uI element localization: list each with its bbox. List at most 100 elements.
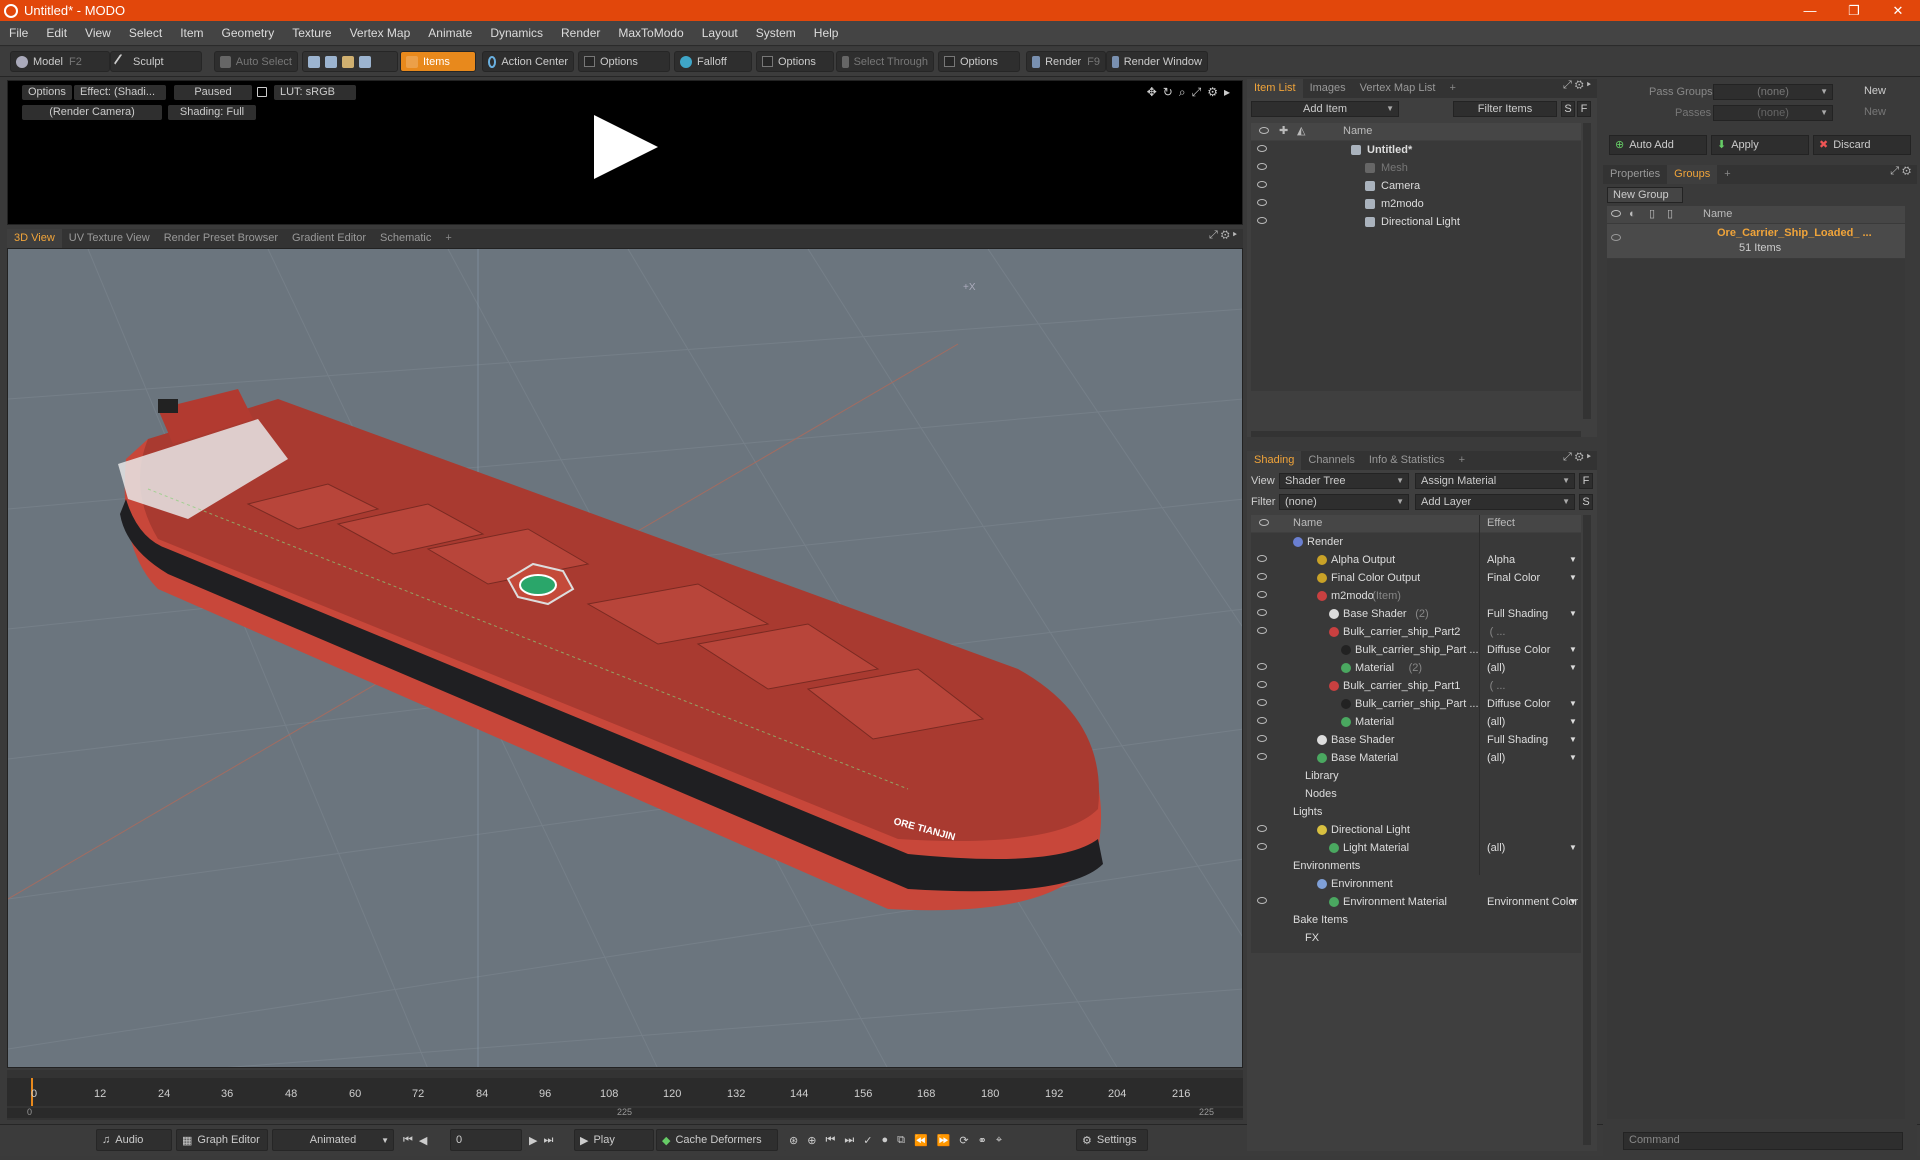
visibility-column-icon[interactable] (1611, 210, 1621, 217)
tab-render-preset-browser[interactable]: Render Preset Browser (157, 229, 285, 248)
sync-icon[interactable]: ⟳ (959, 1134, 968, 1147)
item-list-row[interactable]: Camera (1251, 177, 1581, 195)
eye-icon[interactable] (1257, 897, 1267, 904)
menu-geometry[interactable]: Geometry (213, 26, 284, 40)
next-key-icon[interactable]: ⏭ (844, 1134, 854, 1147)
shading-dropdown[interactable]: Shading: Full (168, 105, 256, 120)
add-tab-button[interactable]: + (1717, 165, 1737, 184)
assign-material-dropdown[interactable]: Assign Material ▼ (1415, 473, 1575, 489)
layer-effect[interactable]: Alpha (1487, 551, 1515, 569)
add-layer-dropdown[interactable]: Add Layer ▼ (1415, 494, 1575, 510)
render-column-icon[interactable]: ◐ (1629, 206, 1636, 223)
lock-icon[interactable] (257, 87, 267, 97)
action-center-button[interactable]: Action Center (482, 51, 574, 72)
options-checkbox[interactable] (584, 56, 595, 67)
menu-arrow-icon[interactable]: ▸ (1224, 85, 1230, 100)
graph-editor-button[interactable]: ▦ Graph Editor (176, 1129, 268, 1151)
eye-icon[interactable] (1257, 591, 1267, 598)
lut-dropdown[interactable]: LUT: sRGB (274, 85, 356, 100)
shader-tree-row[interactable]: Environment Material Environment Color ▼ (1251, 893, 1581, 911)
shader-tree-row[interactable]: Bulk_carrier_ship_Part ... Diffuse Color ▼ (1251, 695, 1581, 713)
discard-button[interactable]: ✖ Discard (1813, 135, 1911, 155)
select-column-icon[interactable]: ▯ (1667, 206, 1673, 223)
options-checkbox[interactable] (944, 56, 955, 67)
eye-icon[interactable] (1257, 199, 1267, 206)
key-icon[interactable]: ✓ (863, 1134, 872, 1147)
last-frame-icon[interactable]: ⏭ (543, 1134, 553, 1147)
shader-tree-row[interactable]: Base Material (all) ▼ (1251, 749, 1581, 767)
tab-gradient-editor[interactable]: Gradient Editor (285, 229, 373, 248)
new-pass-group-button[interactable]: New (1839, 84, 1911, 100)
eye-icon[interactable] (1257, 555, 1267, 562)
menu-maxtomodo[interactable]: MaxToModo (609, 26, 692, 40)
view-dropdown[interactable]: Shader Tree ▼ (1279, 473, 1409, 489)
lock-column-icon[interactable]: ✚ (1279, 123, 1288, 140)
play-icon[interactable] (594, 115, 658, 179)
eye-icon[interactable] (1257, 663, 1267, 670)
effect-dropdown[interactable]: Effect: (Shadi... (74, 85, 166, 100)
eye-icon[interactable] (1257, 145, 1267, 152)
next-frame-icon[interactable]: ▶ (529, 1134, 537, 1147)
maximize-button[interactable]: ❐ (1832, 0, 1876, 21)
menu-layout[interactable]: Layout (693, 26, 747, 40)
eye-icon[interactable] (1257, 163, 1267, 170)
new-group-button[interactable]: New Group (1607, 187, 1683, 203)
eye-icon[interactable] (1257, 681, 1267, 688)
effect-column-header[interactable]: Effect (1487, 515, 1515, 532)
eye-icon[interactable] (1257, 735, 1267, 742)
s-button[interactable]: S (1561, 101, 1575, 117)
close-button[interactable]: ✕ (1876, 0, 1920, 21)
shader-tree-row[interactable]: Bulk_carrier_ship_Part ... Diffuse Color ▼ (1251, 641, 1581, 659)
shader-tree-row[interactable]: Light Material (all) ▼ (1251, 839, 1581, 857)
shader-tree-row[interactable]: Material (2) (all) ▼ (1251, 659, 1581, 677)
shader-tree-row[interactable]: m2modo (Item) (1251, 587, 1581, 605)
shader-tree-row[interactable]: Library (1251, 767, 1581, 785)
new-pass-button[interactable]: New (1839, 105, 1911, 121)
vertices-mode-icon[interactable] (308, 55, 320, 68)
menu-animate[interactable]: Animate (419, 26, 481, 40)
chevron-down-icon[interactable]: ▼ (1569, 551, 1577, 569)
command-input[interactable]: Command (1623, 1132, 1903, 1150)
tab-info-statistics[interactable]: Info & Statistics (1362, 451, 1452, 470)
visibility-column-icon[interactable] (1259, 519, 1269, 526)
shader-tree-row[interactable]: Render (1251, 533, 1581, 551)
add-tab-button[interactable]: + (438, 229, 458, 248)
layer-effect[interactable]: (all) (1487, 659, 1505, 677)
animated-dropdown[interactable]: Animated ▼ (272, 1129, 394, 1151)
audio-button[interactable]: ♫ Audio (96, 1129, 172, 1151)
shader-tree-row[interactable]: Material (all) ▼ (1251, 713, 1581, 731)
first-frame-icon[interactable]: ⏮ (403, 1134, 413, 1147)
name-column-header[interactable]: Name (1703, 206, 1732, 223)
shader-tree-row[interactable]: Bake Items (1251, 911, 1581, 929)
falloff-options-button[interactable]: Options (756, 51, 834, 72)
timeline[interactable]: 0 12 24 36 48 60 72 84 96 108 120 132 14… (7, 1070, 1243, 1120)
tab-groups[interactable]: Groups (1667, 165, 1718, 184)
shader-tree-row[interactable]: Final Color Output Final Color ▼ (1251, 569, 1581, 587)
link-icon[interactable]: ⚭ (978, 1134, 987, 1147)
tab-shading[interactable]: Shading (1247, 451, 1302, 470)
render-preview[interactable]: Options Effect: (Shadi... Paused LUT: sR… (7, 80, 1243, 225)
maximize-icon[interactable]: ⤢ (1192, 85, 1202, 100)
lock-column-icon[interactable]: ▯ (1649, 206, 1655, 223)
chevron-down-icon[interactable]: ▼ (1569, 695, 1577, 713)
auto-key-icon[interactable]: ⊕ (807, 1134, 816, 1147)
eye-icon[interactable] (1257, 627, 1267, 634)
eye-icon[interactable] (1257, 843, 1267, 850)
visibility-column-icon[interactable] (1259, 127, 1269, 134)
eye-icon[interactable] (1611, 234, 1621, 241)
snap-icon[interactable]: ⌖ (996, 1134, 1002, 1147)
menu-render[interactable]: Render (552, 26, 609, 40)
shader-tree-row[interactable]: Bulk_carrier_ship_Part2 ( ... (1251, 623, 1581, 641)
name-column-header[interactable]: Name (1343, 123, 1372, 140)
item-list-scrollbar[interactable] (1583, 123, 1591, 419)
tab-images[interactable]: Images (1303, 79, 1353, 98)
action-center-options-button[interactable]: Options (578, 51, 670, 72)
render-column-icon[interactable]: ◭ (1297, 123, 1305, 140)
zoom-icon[interactable]: ⌕ (1179, 85, 1186, 100)
chevron-down-icon[interactable]: ▼ (1569, 731, 1577, 749)
name-column-header[interactable]: Name (1293, 515, 1322, 532)
prev-frame-icon[interactable]: ◀ (419, 1134, 427, 1147)
item-list-row[interactable]: Untitled* (1251, 141, 1581, 159)
step-back-icon[interactable]: ⏪ (914, 1134, 928, 1147)
chevron-down-icon[interactable]: ▼ (1569, 839, 1577, 857)
